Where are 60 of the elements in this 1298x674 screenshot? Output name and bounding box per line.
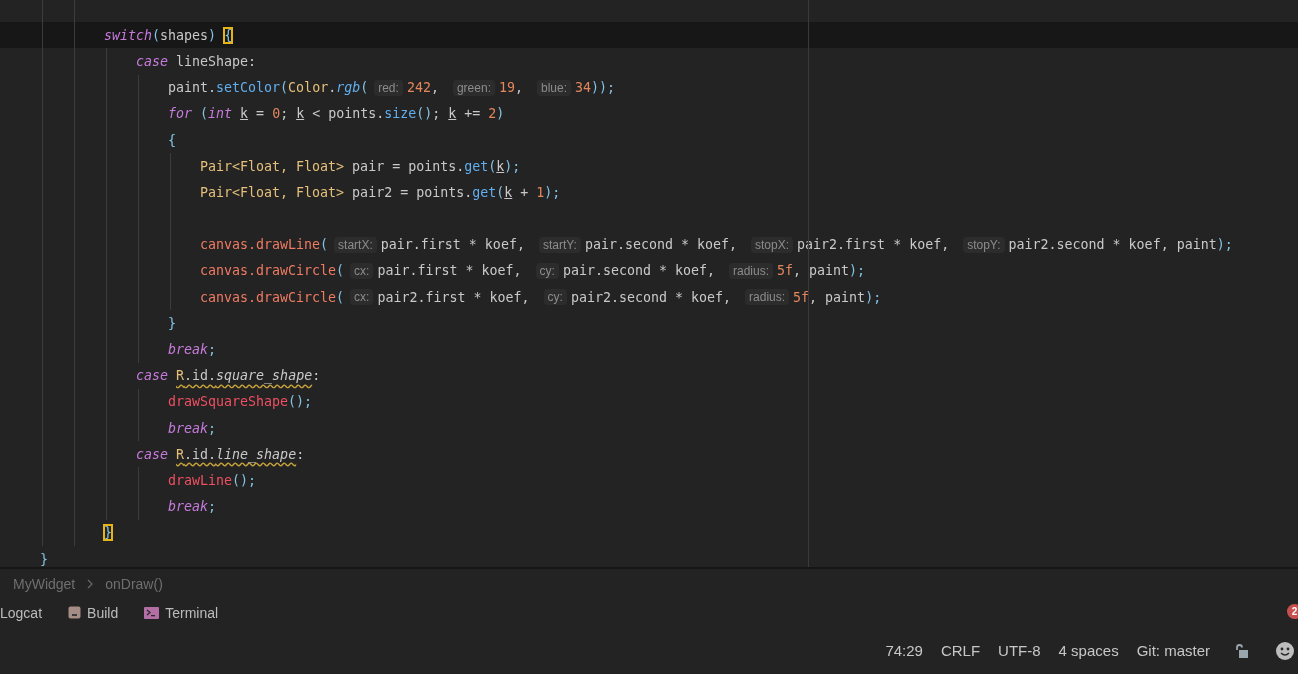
- status-item[interactable]: 74:29: [885, 642, 923, 659]
- code-text: pair.second * koef,: [584, 237, 739, 253]
- status-item[interactable]: 4 spaces: [1058, 642, 1119, 659]
- code-text: 5f, paint);: [777, 263, 866, 279]
- tool-window-tab[interactable]: Build: [87, 604, 119, 621]
- parameter-hint: red:: [374, 79, 403, 96]
- code-text: Pair<Float, Float> pair2 = points.get(k + 1);: [200, 184, 561, 200]
- code-text: pair2.first * koef,: [377, 289, 531, 305]
- tool-window-tab[interactable]: Terminal: [165, 604, 219, 621]
- code-text: drawSquareShape();: [168, 394, 313, 410]
- code-text: }: [40, 551, 48, 567]
- code-text: switch(shapes) {: [104, 27, 233, 43]
- code-text: pair2.first * koef,: [797, 237, 951, 253]
- code-text: }: [168, 315, 176, 331]
- status-item[interactable]: Git: master: [1136, 642, 1210, 659]
- code-text: canvas.drawCircle(: [200, 263, 345, 279]
- code-text: }: [104, 525, 112, 541]
- code-text: pair2.second * koef,: [570, 289, 732, 305]
- unlocked-lock-icon[interactable]: [1236, 643, 1248, 658]
- code-text: pair.first * koef,: [380, 237, 526, 253]
- parameter-hint: cy:: [543, 289, 567, 306]
- parameter-hint: green:: [452, 79, 495, 96]
- parameter-hint: radius:: [729, 262, 774, 279]
- status-item[interactable]: UTF-8: [998, 642, 1041, 659]
- parameter-hint: stopX:: [751, 236, 794, 253]
- code-text: {: [168, 132, 176, 148]
- code-text: paint.setColor(Color.rgb(: [168, 80, 369, 96]
- parameter-hint: cy:: [535, 262, 559, 279]
- code-text: 5f, paint);: [793, 289, 882, 305]
- code-text: case lineShape:: [136, 53, 257, 69]
- code-text: 242,: [406, 80, 440, 96]
- code-text: case R.id.square_shape:: [136, 368, 321, 384]
- code-text: 19,: [498, 80, 524, 96]
- code-text: 34));: [575, 80, 616, 96]
- code-text: pair.first * koef,: [377, 263, 523, 279]
- code-text: break;: [168, 342, 217, 358]
- notification-badge[interactable]: 2: [1287, 604, 1298, 619]
- parameter-hint: cx:: [350, 262, 374, 279]
- chevron-icon: [87, 578, 94, 589]
- code-text: canvas.drawLine(: [200, 237, 329, 253]
- tool-window-tab[interactable]: Logcat: [0, 604, 43, 621]
- code-text: case R.id.line_shape:: [136, 446, 305, 462]
- status-item[interactable]: CRLF: [940, 642, 981, 659]
- parameter-hint: startY:: [538, 236, 581, 253]
- code-text: pair.second * koef,: [562, 263, 716, 279]
- build-icon: [68, 606, 82, 619]
- parameter-hint: startX:: [334, 236, 377, 253]
- code-text: break;: [168, 420, 217, 436]
- code-text: Pair<Float, Float> pair = points.get(k);: [200, 158, 521, 174]
- parameter-hint: cx:: [350, 289, 374, 306]
- code-text: pair2.second * koef, paint);: [1008, 237, 1233, 253]
- code-text: drawLine();: [168, 472, 257, 488]
- code-text: for (int k = 0; k < points.size(); k += 2): [168, 106, 505, 122]
- terminal-icon: [144, 606, 160, 619]
- parameter-hint: blue:: [537, 79, 572, 96]
- smiley-icon[interactable]: [1276, 641, 1294, 660]
- code-text: canvas.drawCircle(: [200, 289, 345, 305]
- parameter-hint: stopY:: [963, 236, 1005, 253]
- parameter-hint: radius:: [745, 289, 790, 306]
- code-text: break;: [168, 499, 217, 515]
